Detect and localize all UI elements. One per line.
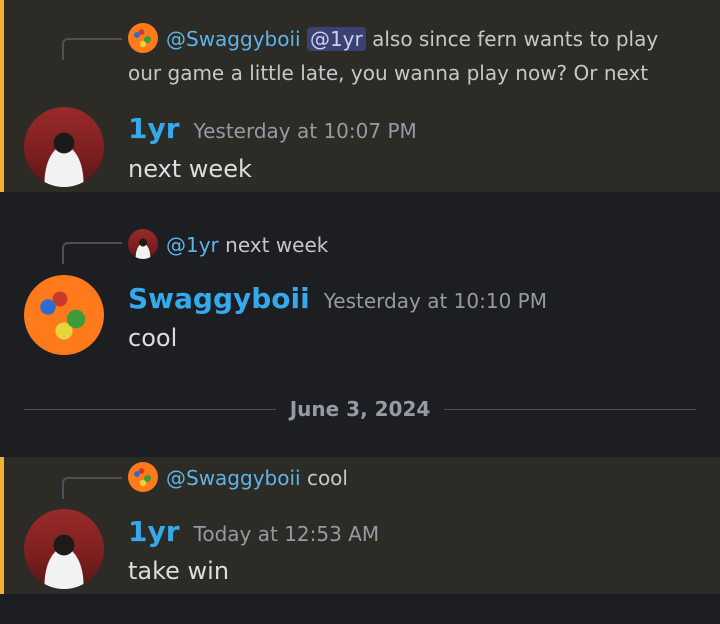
reply-author[interactable]: @Swaggyboii: [166, 466, 301, 490]
username[interactable]: Swaggyboii: [128, 282, 310, 315]
date-divider-label: June 3, 2024: [289, 397, 431, 421]
avatar[interactable]: [24, 509, 104, 589]
reply-connector: [62, 477, 122, 499]
reply-connector: [62, 38, 122, 60]
reply-preview[interactable]: @Swaggyboii @1yr also since fern wants t…: [128, 22, 690, 90]
timestamp: Yesterday at 10:10 PM: [323, 289, 547, 313]
date-divider: June 3, 2024: [24, 396, 696, 422]
message-content: next week: [128, 155, 252, 183]
avatar[interactable]: [24, 275, 104, 355]
reply-avatar[interactable]: [128, 229, 158, 259]
reply-preview[interactable]: @1yr next week: [128, 228, 690, 262]
reply-avatar[interactable]: [128, 23, 158, 53]
reply-preview[interactable]: @Swaggyboii cool: [128, 461, 690, 495]
reply-author[interactable]: @1yr: [166, 233, 219, 257]
message-row[interactable]: @1yr next week Swaggyboii Yesterday at 10…: [0, 210, 720, 370]
message-header: Swaggyboii Yesterday at 10:10 PM: [128, 282, 547, 315]
message-header: 1yr Yesterday at 10:07 PM: [128, 112, 417, 145]
reply-text: next week: [225, 233, 329, 257]
username[interactable]: 1yr: [128, 112, 180, 145]
reply-author[interactable]: @Swaggyboii: [166, 27, 301, 51]
message-header: 1yr Today at 12:53 AM: [128, 515, 379, 548]
reply-text: cool: [306, 466, 348, 490]
reply-avatar[interactable]: [128, 462, 158, 492]
message-content: take win: [128, 557, 230, 585]
mention-chip[interactable]: @1yr: [306, 27, 366, 51]
username[interactable]: 1yr: [128, 515, 180, 548]
message-row[interactable]: @Swaggyboii cool 1yr Today at 12:53 AM ta…: [0, 457, 720, 594]
timestamp: Yesterday at 10:07 PM: [193, 119, 417, 143]
timestamp: Today at 12:53 AM: [193, 522, 380, 546]
reply-connector: [62, 242, 122, 264]
message-content: cool: [128, 324, 178, 352]
avatar[interactable]: [24, 107, 104, 187]
message-row[interactable]: @Swaggyboii @1yr also since fern wants t…: [0, 0, 720, 192]
